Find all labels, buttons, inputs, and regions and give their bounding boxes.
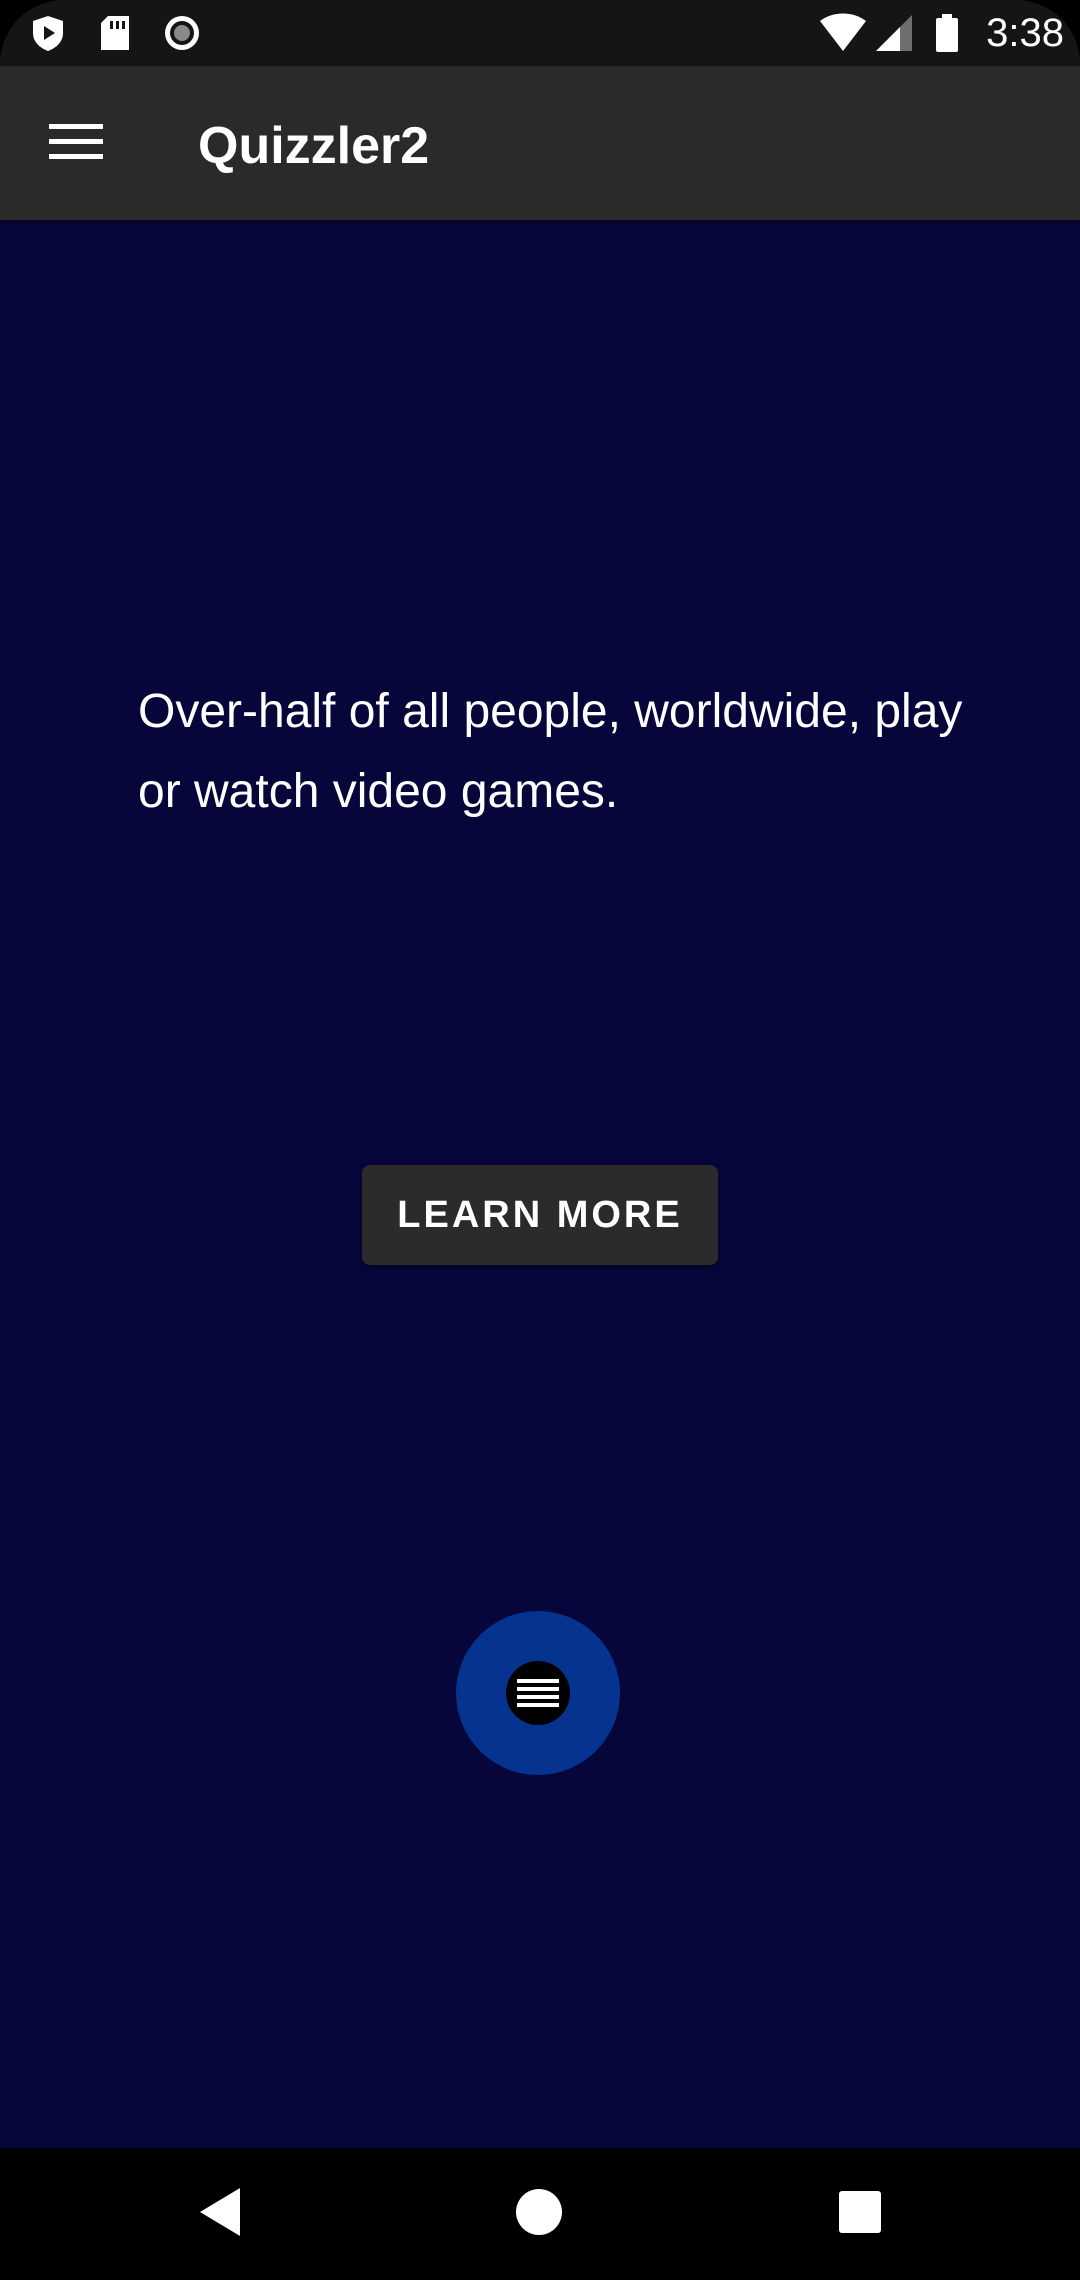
wifi-icon [818,13,868,53]
record-icon [162,13,202,53]
menu-fab-button[interactable] [456,1611,620,1775]
app-title: Quizzler2 [198,117,430,175]
status-time: 3:38 [986,11,1064,55]
status-bar: 3:38 [0,0,1080,66]
nav-recents-button[interactable] [822,2176,898,2252]
learn-more-button[interactable]: LEARN MORE [362,1165,718,1265]
menu-lines-icon [506,1661,570,1725]
app-screen: 3:38 Quizzler2 Over-half of all people, … [0,0,1080,2280]
nav-home-button[interactable] [501,2176,577,2252]
recents-icon [838,2190,882,2239]
hamburger-menu-icon [49,122,103,167]
battery-icon [934,13,960,53]
app-bar: Quizzler2 [0,66,1080,220]
nav-back-button[interactable] [182,2176,258,2252]
system-nav-bar [0,2148,1080,2280]
sd-card-icon [96,13,136,53]
back-icon [196,2186,244,2243]
menu-button[interactable] [40,108,112,180]
home-icon [515,2188,563,2241]
cell-signal-icon [874,13,914,53]
fact-text: Over-half of all people, worldwide, play… [138,685,963,818]
shield-play-icon [28,13,68,53]
